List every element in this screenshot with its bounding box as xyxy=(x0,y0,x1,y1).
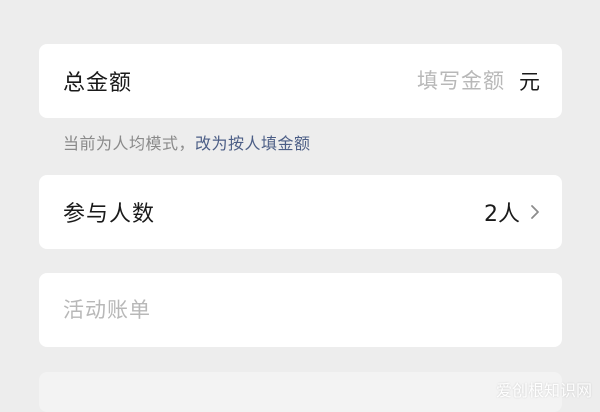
total-amount-input[interactable] xyxy=(395,69,505,93)
activity-bill-input[interactable] xyxy=(63,298,540,322)
mode-hint-text: 当前为人均模式， xyxy=(63,134,196,153)
participants-row[interactable]: 参与人数 2人 xyxy=(39,175,562,249)
chevron-right-icon xyxy=(531,205,539,219)
participants-label: 参与人数 xyxy=(63,202,156,227)
total-amount-card: 总金额 元 xyxy=(39,44,562,118)
watermark: 爱创根知识网 xyxy=(495,381,592,400)
participants-count: 2人 xyxy=(484,202,520,227)
participants-value-group: 2人 xyxy=(484,196,540,228)
mode-hint: 当前为人均模式，改为按人填金额 xyxy=(63,130,311,154)
activity-bill-card xyxy=(39,273,562,347)
next-card xyxy=(39,372,562,412)
total-amount-label: 总金额 xyxy=(63,71,133,96)
currency-unit: 元 xyxy=(519,70,540,94)
switch-mode-link[interactable]: 改为按人填金额 xyxy=(195,134,311,153)
total-amount-entry: 元 xyxy=(395,66,540,96)
